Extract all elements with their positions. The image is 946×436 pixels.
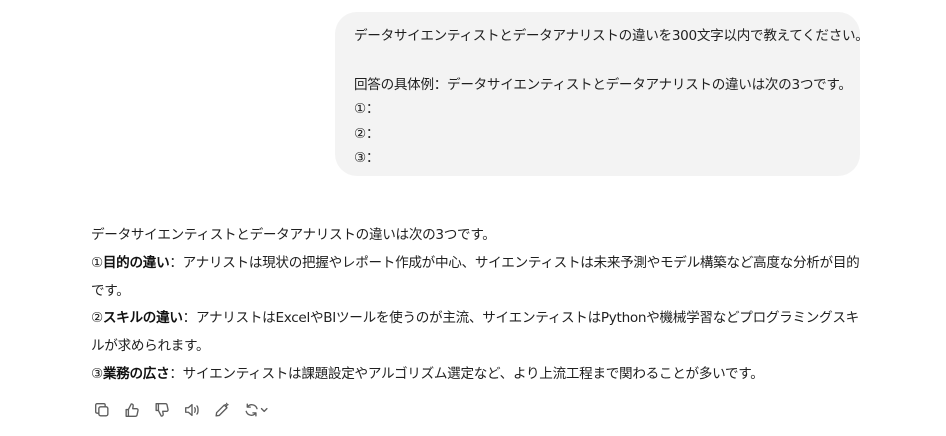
point-title: 業務の広さ — [102, 365, 170, 382]
assistant-point-3: ③業務の広さ：サイエンティストは課題設定やアルゴリズム選定など、より上流工程まで… — [91, 361, 866, 389]
bad-response-button[interactable] — [151, 399, 173, 421]
user-message-line: 回答の具体例：データサイエンティストとデータアナリストの違いは次の3つです。 — [354, 76, 852, 93]
regenerate-icon — [245, 403, 268, 417]
thumbs-down-icon — [155, 403, 169, 417]
copy-button[interactable] — [91, 399, 113, 421]
point-number: ② — [91, 310, 103, 327]
user-message-line: ③： — [354, 150, 380, 166]
user-message-line: ①： — [354, 101, 380, 117]
copy-icon — [95, 403, 109, 417]
point-title: 目的の違い — [102, 254, 170, 271]
assistant-message: データサイエンティストとデータアナリストの違いは次の3つです。 ①目的の違い：ア… — [91, 222, 866, 389]
read-aloud-button[interactable] — [181, 399, 203, 421]
read-aloud-icon — [185, 403, 199, 417]
point-number: ③ — [91, 365, 103, 382]
message-actions-bar — [91, 399, 281, 421]
point-title: スキルの違い — [102, 310, 183, 327]
assistant-point-2: ②スキルの違い：アナリストはExcelやBIツールを使うのが主流、サイエンティス… — [91, 305, 866, 361]
point-body: ：アナリストは現状の把握やレポート作成が中心、サイエンティストは未来予測やモデル… — [91, 254, 860, 299]
user-message-line: ②： — [354, 125, 380, 142]
assistant-intro: データサイエンティストとデータアナリストの違いは次の3つです。 — [91, 227, 496, 243]
user-message-line: データサイエンティストとデータアナリストの違いを300文字以内で教えてください。 — [354, 28, 860, 44]
good-response-button[interactable] — [121, 399, 143, 421]
edit-icon — [215, 402, 229, 417]
regenerate-button[interactable] — [241, 399, 273, 421]
user-message-bubble: データサイエンティストとデータアナリストの違いを300文字以内で教えてください。… — [335, 12, 860, 176]
assistant-point-1: ①目的の違い：アナリストは現状の把握やレポート作成が中心、サイエンティストは未来… — [91, 250, 866, 306]
thumbs-up-icon — [125, 403, 139, 417]
point-body: ：アナリストはExcelやBIツールを使うのが主流、サイエンティストはPytho… — [91, 310, 859, 355]
point-number: ① — [91, 254, 103, 271]
point-body: ：サイエンティストは課題設定やアルゴリズム選定など、より上流工程まで関わることが… — [169, 365, 764, 382]
edit-button[interactable] — [211, 399, 233, 421]
